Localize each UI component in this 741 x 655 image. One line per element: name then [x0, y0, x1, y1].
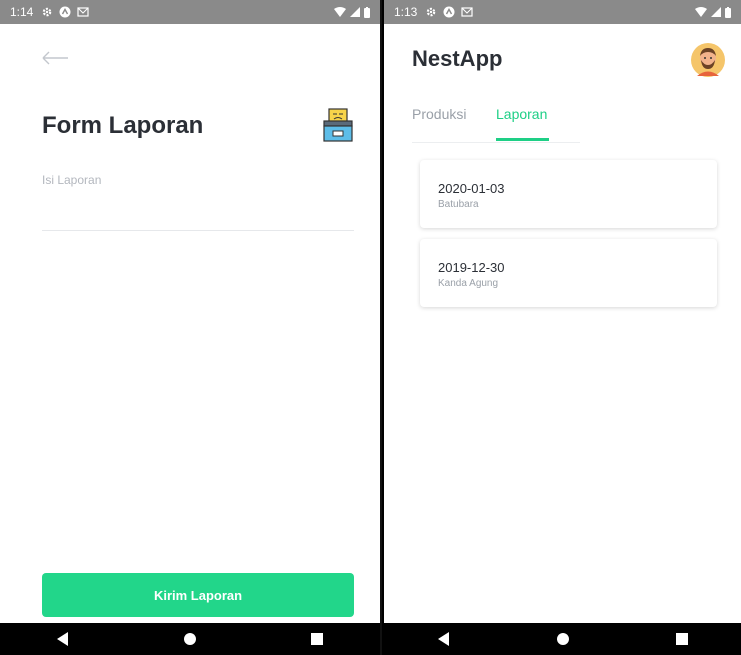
nav-home-icon: [556, 633, 569, 645]
report-author: Batubara: [438, 199, 479, 210]
android-icon: [443, 6, 455, 18]
signal-icon: [711, 7, 721, 17]
wifi-icon: [695, 7, 707, 17]
status-time: 1:14: [10, 5, 34, 19]
report-input-underline: [42, 230, 354, 231]
nav-home-button[interactable]: [543, 623, 583, 655]
android-icon: [59, 6, 71, 18]
nav-home-icon: [183, 633, 196, 645]
form-laporan-screen: 1:14 Form Laporan Isi Laporan Kirim Lapo…: [0, 0, 382, 655]
app-title: NestApp: [412, 46, 503, 71]
status-bar: 1:14: [0, 0, 380, 24]
report-card[interactable]: 2020-01-03 Batubara: [420, 160, 717, 228]
report-card[interactable]: 2019-12-30 Kanda Agung: [420, 239, 717, 307]
nav-back-icon: [57, 632, 69, 646]
tab-bar: Produksi Laporan: [412, 106, 580, 143]
nestapp-screen: 1:13 NestApp Produksi Laporan 2020-01-03…: [384, 0, 741, 655]
tab-laporan[interactable]: Laporan: [496, 106, 547, 122]
back-arrow-icon[interactable]: [40, 48, 70, 68]
nav-home-button[interactable]: [170, 623, 210, 655]
page-title: Form Laporan: [42, 112, 204, 139]
tab-produksi[interactable]: Produksi: [412, 106, 466, 122]
settings-icon: [43, 7, 52, 17]
submit-report-button[interactable]: Kirim Laporan: [42, 573, 354, 617]
nav-back-icon: [437, 632, 449, 646]
system-nav-bar: [384, 623, 741, 655]
nav-back-button[interactable]: [43, 623, 83, 655]
signal-icon: [350, 7, 360, 17]
status-bar: 1:13: [384, 0, 741, 24]
nav-recents-button[interactable]: [662, 623, 702, 655]
mail-icon: [77, 7, 89, 17]
battery-icon: [364, 6, 370, 18]
archive-box-icon: [323, 108, 353, 142]
nav-back-button[interactable]: [424, 623, 464, 655]
report-input-placeholder[interactable]: Isi Laporan: [42, 173, 101, 187]
active-tab-indicator: [496, 138, 549, 141]
nav-recents-icon: [675, 633, 688, 645]
avatar-icon[interactable]: [691, 43, 725, 77]
mail-icon: [461, 7, 473, 17]
nav-recents-button[interactable]: [297, 623, 337, 655]
nav-recents-icon: [310, 633, 323, 645]
settings-icon: [427, 7, 436, 17]
report-date: 2019-12-30: [438, 260, 505, 275]
wifi-icon: [334, 7, 346, 17]
status-time: 1:13: [394, 5, 418, 19]
battery-icon: [725, 6, 731, 18]
system-nav-bar: [0, 623, 380, 655]
report-author: Kanda Agung: [438, 278, 499, 289]
report-date: 2020-01-03: [438, 181, 505, 196]
